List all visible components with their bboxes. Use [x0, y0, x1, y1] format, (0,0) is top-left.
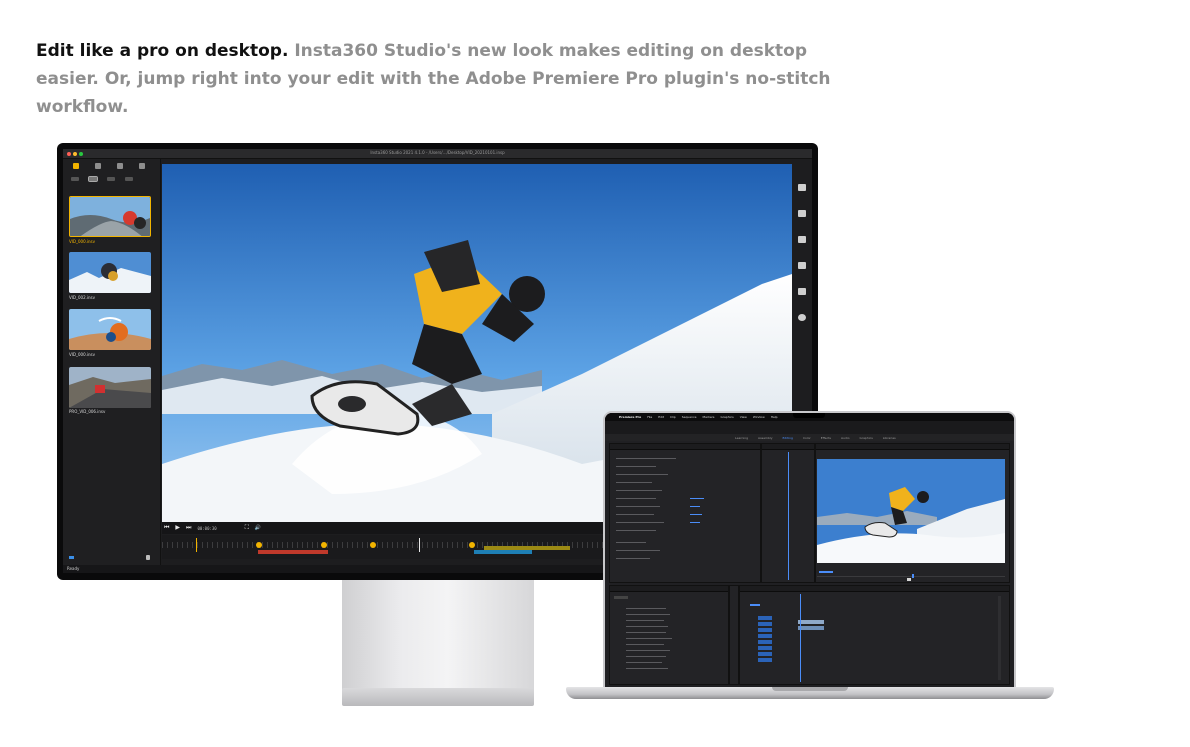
program-monitor-preview[interactable] [817, 459, 1005, 563]
clip-thumbnail[interactable] [69, 367, 151, 408]
speed-segment[interactable] [258, 550, 328, 554]
reframe-icon[interactable] [798, 184, 806, 191]
clip-filename: VID_000.insv [69, 239, 95, 244]
menu-graphics[interactable]: Graphics [720, 415, 733, 419]
tools-panel[interactable] [729, 585, 739, 685]
skip-forward-icon[interactable]: ⏭ [186, 525, 191, 531]
play-icon[interactable]: ▶ [175, 525, 180, 531]
sequence-timecode [750, 604, 760, 606]
keyframe-marker[interactable] [469, 542, 475, 548]
folder-icon[interactable] [117, 163, 123, 169]
window-title: Insta360 Studio 2021 4.1.0 - /Users/…/De… [370, 150, 505, 155]
headline-lead: Edit like a pro on desktop. [36, 41, 289, 61]
library-toolbar [63, 159, 160, 173]
sequence-timeline-panel[interactable] [739, 585, 1010, 685]
playhead[interactable] [419, 538, 420, 552]
add-media-icon[interactable] [69, 556, 74, 559]
library-icon[interactable] [73, 163, 79, 169]
menu-file[interactable]: File [647, 415, 652, 419]
volume-icon[interactable]: 🔊 [255, 525, 261, 531]
export-icon[interactable] [798, 262, 806, 269]
skip-back-icon[interactable]: ⏮ [164, 525, 169, 531]
clip-thumbnail[interactable] [69, 252, 151, 293]
program-transport [817, 568, 1007, 582]
mini-timeline-panel[interactable] [761, 443, 815, 583]
project-panel[interactable] [609, 585, 729, 685]
program-timecode [819, 571, 833, 573]
export-list-icon[interactable] [139, 163, 145, 169]
timeline-clip[interactable] [798, 626, 824, 630]
sort-icon[interactable] [71, 177, 79, 181]
grid-view-icon[interactable] [125, 177, 133, 181]
keyframe-marker[interactable] [370, 542, 376, 548]
menu-app[interactable]: Premiere Pro [619, 415, 641, 419]
effects-icon[interactable] [798, 210, 806, 217]
menu-markers[interactable]: Markers [703, 415, 715, 419]
monitor-stand [342, 578, 534, 690]
workspace-tab[interactable]: Audio [841, 436, 850, 440]
info-icon[interactable] [798, 314, 806, 321]
monitor-foot [342, 688, 534, 706]
play-icon[interactable] [907, 578, 911, 581]
video-filter-icon[interactable] [88, 176, 98, 182]
trash-icon[interactable] [146, 555, 150, 560]
workspace-tab[interactable]: Graphics [860, 436, 873, 440]
effect-segment[interactable] [474, 550, 532, 554]
media-library-sidebar: VID_000.insv VID_002.insv VID_000.insv P… [63, 159, 161, 565]
macbook-lid-notch [772, 687, 848, 691]
workspace-tab[interactable]: Learning [735, 436, 748, 440]
stabilization-icon[interactable] [798, 288, 806, 295]
playhead[interactable] [800, 594, 801, 682]
workspace-tab[interactable]: Effects [821, 436, 831, 440]
window-titlebar: Insta360 Studio 2021 4.1.0 - /Users/…/De… [63, 149, 812, 159]
camera-import-icon[interactable] [95, 163, 101, 169]
clip-thumbnail[interactable] [69, 196, 151, 237]
clip-thumbnail[interactable] [69, 309, 151, 350]
workspace-tabs: Learning Assembly Editing Color Effects … [605, 434, 1014, 441]
clip-filename: VID_002.insv [69, 295, 95, 300]
menu-help[interactable]: Help [771, 415, 778, 419]
camera-notch [793, 413, 825, 418]
adjust-image-icon[interactable] [798, 236, 806, 243]
playhead[interactable] [788, 452, 789, 580]
menu-window[interactable]: Window [753, 415, 765, 419]
playhead[interactable] [912, 574, 914, 578]
workspace-tab-active[interactable]: Editing [783, 436, 793, 440]
workspace-tab[interactable]: Libraries [883, 436, 896, 440]
effect-controls-panel[interactable] [609, 443, 761, 583]
current-time: 00:00:30 [197, 525, 217, 531]
audio-meter [998, 596, 1001, 680]
menu-sequence[interactable]: Sequence [682, 415, 697, 419]
in-point-marker[interactable] [196, 538, 197, 552]
keyframe-marker[interactable] [321, 542, 327, 548]
workspace-tab[interactable]: Color [803, 436, 811, 440]
menu-edit[interactable]: Edit [658, 415, 664, 419]
photo-filter-icon[interactable] [107, 177, 115, 181]
premiere-pro-window: Premiere Pro File Edit Clip Sequence Mar… [605, 413, 1014, 687]
timeline-clip[interactable] [798, 620, 824, 624]
fullscreen-icon[interactable]: ⛶ [245, 525, 249, 531]
clip-filename: PRO_VID_006.insv [69, 409, 106, 414]
clip-filename: VID_000.insv [69, 352, 95, 357]
menu-view[interactable]: View [740, 415, 747, 419]
workspace-tab[interactable]: Assembly [758, 436, 772, 440]
keyframe-marker[interactable] [256, 542, 262, 548]
menu-clip[interactable]: Clip [670, 415, 676, 419]
program-scrubber[interactable] [817, 576, 1005, 577]
search-input[interactable] [614, 596, 628, 599]
app-header [605, 421, 1014, 435]
library-filter-bar [63, 173, 160, 185]
headline: Edit like a pro on desktop. Insta360 Stu… [36, 37, 856, 121]
